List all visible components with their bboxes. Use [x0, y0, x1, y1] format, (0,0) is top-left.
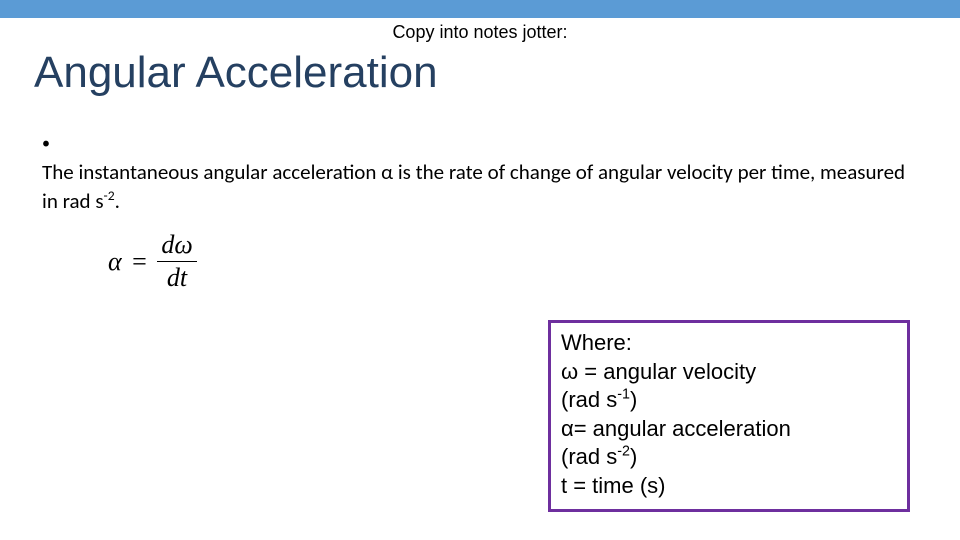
formula-equals: =: [128, 247, 151, 277]
legend-where: Where:: [561, 329, 897, 358]
copy-note: Copy into notes jotter:: [0, 22, 960, 43]
legend-alpha-unit-sup: -2: [617, 444, 630, 460]
slide-title: Angular Acceleration: [34, 48, 438, 98]
formula: α = dω dt: [108, 230, 197, 293]
legend-time: t = time (s): [561, 472, 897, 501]
definition-text: The instantaneous angular acceleration α…: [42, 158, 912, 215]
formula-numerator: dω: [157, 230, 196, 262]
legend-box: Where: ω = angular velocity (rad s-1) α=…: [548, 320, 910, 512]
formula-denominator: dt: [157, 262, 196, 293]
legend-omega-unit-pre: (rad s: [561, 387, 617, 412]
legend-omega-unit-post: ): [630, 387, 637, 412]
formula-lhs: α: [108, 247, 122, 277]
legend-alpha-unit-pre: (rad s: [561, 444, 617, 469]
legend-omega-unit: (rad s-1): [561, 386, 897, 415]
legend-alpha-def: α= angular acceleration: [561, 415, 897, 444]
formula-fraction: dω dt: [157, 230, 196, 293]
definition-pre: The instantaneous angular acceleration α…: [42, 159, 905, 213]
slide-accent-bar: [0, 0, 960, 18]
definition-post: .: [115, 188, 120, 214]
legend-alpha-unit: (rad s-2): [561, 443, 897, 472]
definition-sup: -2: [104, 187, 115, 204]
legend-omega-def: ω = angular velocity: [561, 358, 897, 387]
bullet-dot: •: [42, 130, 56, 158]
legend-omega-unit-sup: -1: [617, 387, 630, 403]
legend-alpha-unit-post: ): [630, 444, 637, 469]
definition-bullet: • The instantaneous angular acceleration…: [42, 130, 920, 215]
